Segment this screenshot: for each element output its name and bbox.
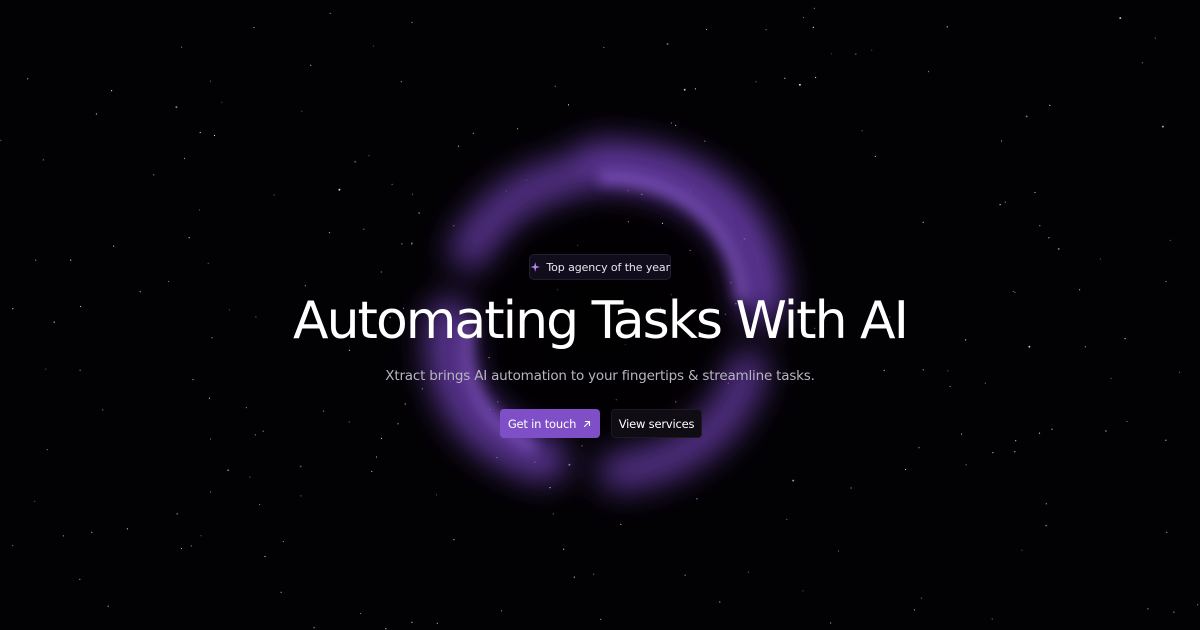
top-agency-badge: Top agency of the year [529,254,671,280]
hero-headline: Automating Tasks With AI [293,291,909,351]
arrow-up-right-icon [584,420,591,427]
get-in-touch-button[interactable]: Get in touch [500,409,600,438]
hero-subline: Xtract brings AI automation to your fing… [385,368,815,384]
hero-section: Top agency of the year Automating Tasks … [0,0,1200,630]
get-in-touch-label: Get in touch [507,416,577,431]
view-services-label: View services [618,416,695,431]
view-services-button[interactable]: View services [611,409,702,438]
sparkle-icon [530,262,540,272]
badge-label: Top agency of the year [546,260,670,274]
